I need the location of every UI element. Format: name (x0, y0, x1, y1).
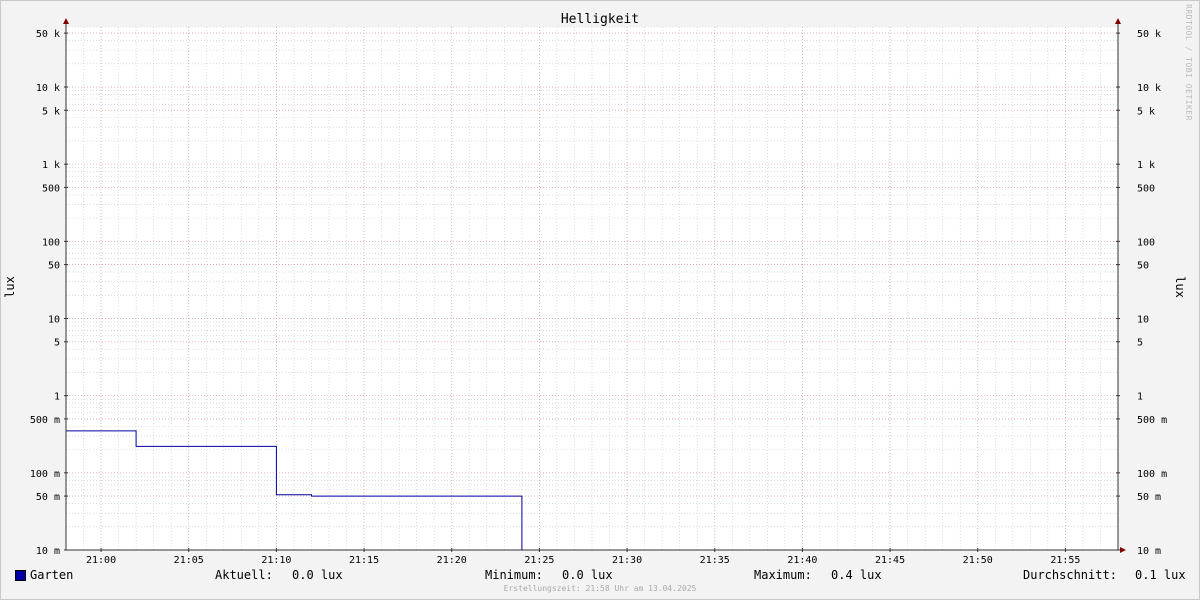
y-tick-label-left: 50 (48, 261, 60, 272)
legend-swatch-garten (15, 570, 26, 581)
legend-current-value: 0.0 lux (292, 568, 343, 582)
x-tick-label: 21:40 (787, 555, 817, 566)
y-tick-label-right: 5 k (1137, 106, 1155, 117)
y-tick-label-left: 10 m (36, 546, 60, 557)
legend-avg-label: Durchschnitt: (1023, 568, 1117, 582)
y-tick-label-right: 1 (1137, 392, 1143, 403)
legend-max-label: Maximum: (754, 568, 812, 582)
y-tick-label-right: 10 k (1137, 83, 1161, 94)
y-tick-label-right: 50 k (1137, 29, 1161, 40)
y-tick-label-right: 5 (1137, 338, 1143, 349)
legend-avg-value: 0.1 lux (1135, 568, 1186, 582)
y-axis-label-left: lux (3, 276, 17, 298)
x-tick-label: 21:25 (524, 555, 554, 566)
footer-timestamp: Erstellungszeit: 21:58 Uhr am 13.04.2025 (503, 584, 697, 593)
legend-current-label: Aktuell: (215, 568, 273, 582)
y-tick-label-right: 10 m (1137, 546, 1161, 557)
y-tick-label-right: 100 (1137, 237, 1155, 248)
y-tick-label-right: 50 (1137, 261, 1149, 272)
y-axis-right-arrow (1115, 18, 1121, 24)
x-axis-arrow (1120, 547, 1126, 553)
y-tick-label-left: 500 (42, 183, 60, 194)
x-tick-label: 21:50 (963, 555, 993, 566)
legend-min-label: Minimum: (485, 568, 543, 582)
y-tick-label-right: 10 (1137, 315, 1149, 326)
y-tick-label-right: 500 m (1137, 415, 1167, 426)
y-axis-label-right: lux (1173, 276, 1187, 298)
x-tick-label: 21:30 (612, 555, 642, 566)
y-tick-label-left: 1 k (42, 160, 60, 171)
brightness-chart: 50 k 50 k 10 k 10 k 5 k 5 k 1 k 1 k 500 500 100 100… (3, 12, 1187, 566)
chart-title: Helligkeit (561, 12, 639, 27)
y-tick-label-left: 100 (42, 237, 60, 248)
x-tick-label: 21:10 (261, 555, 291, 566)
legend-max-value: 0.4 lux (831, 568, 882, 582)
x-tick-label: 21:20 (437, 555, 467, 566)
y-tick-label-right: 1 k (1137, 160, 1155, 171)
y-tick-label-left: 10 (48, 315, 60, 326)
watermark: RRDTOOL / TOBI OETIKER (1184, 4, 1193, 121)
y-axis-left-arrow (63, 18, 69, 24)
y-tick-label-left: 50 m (36, 492, 60, 503)
y-tick-label-right: 100 m (1137, 469, 1167, 480)
y-tick-label-left: 500 m (30, 415, 60, 426)
y-tick-label-right: 50 m (1137, 492, 1161, 503)
legend-min-value: 0.0 lux (562, 568, 613, 582)
x-tick-label: 21:05 (174, 555, 204, 566)
y-tick-label-left: 50 k (36, 29, 60, 40)
x-tick-label: 21:35 (700, 555, 730, 566)
x-tick-label: 21:15 (349, 555, 379, 566)
y-tick-label-left: 1 (54, 392, 60, 403)
y-tick-label-left: 10 k (36, 83, 60, 94)
y-tick-label-right: 500 (1137, 183, 1155, 194)
legend-series-name: Garten (30, 568, 74, 582)
y-tick-label-left: 100 m (30, 469, 60, 480)
x-tick-label: 21:55 (1050, 555, 1080, 566)
y-tick-label-left: 5 k (42, 106, 60, 117)
x-tick-label: 21:00 (86, 555, 116, 566)
y-tick-label-left: 5 (54, 338, 60, 349)
x-tick-label: 21:45 (875, 555, 905, 566)
